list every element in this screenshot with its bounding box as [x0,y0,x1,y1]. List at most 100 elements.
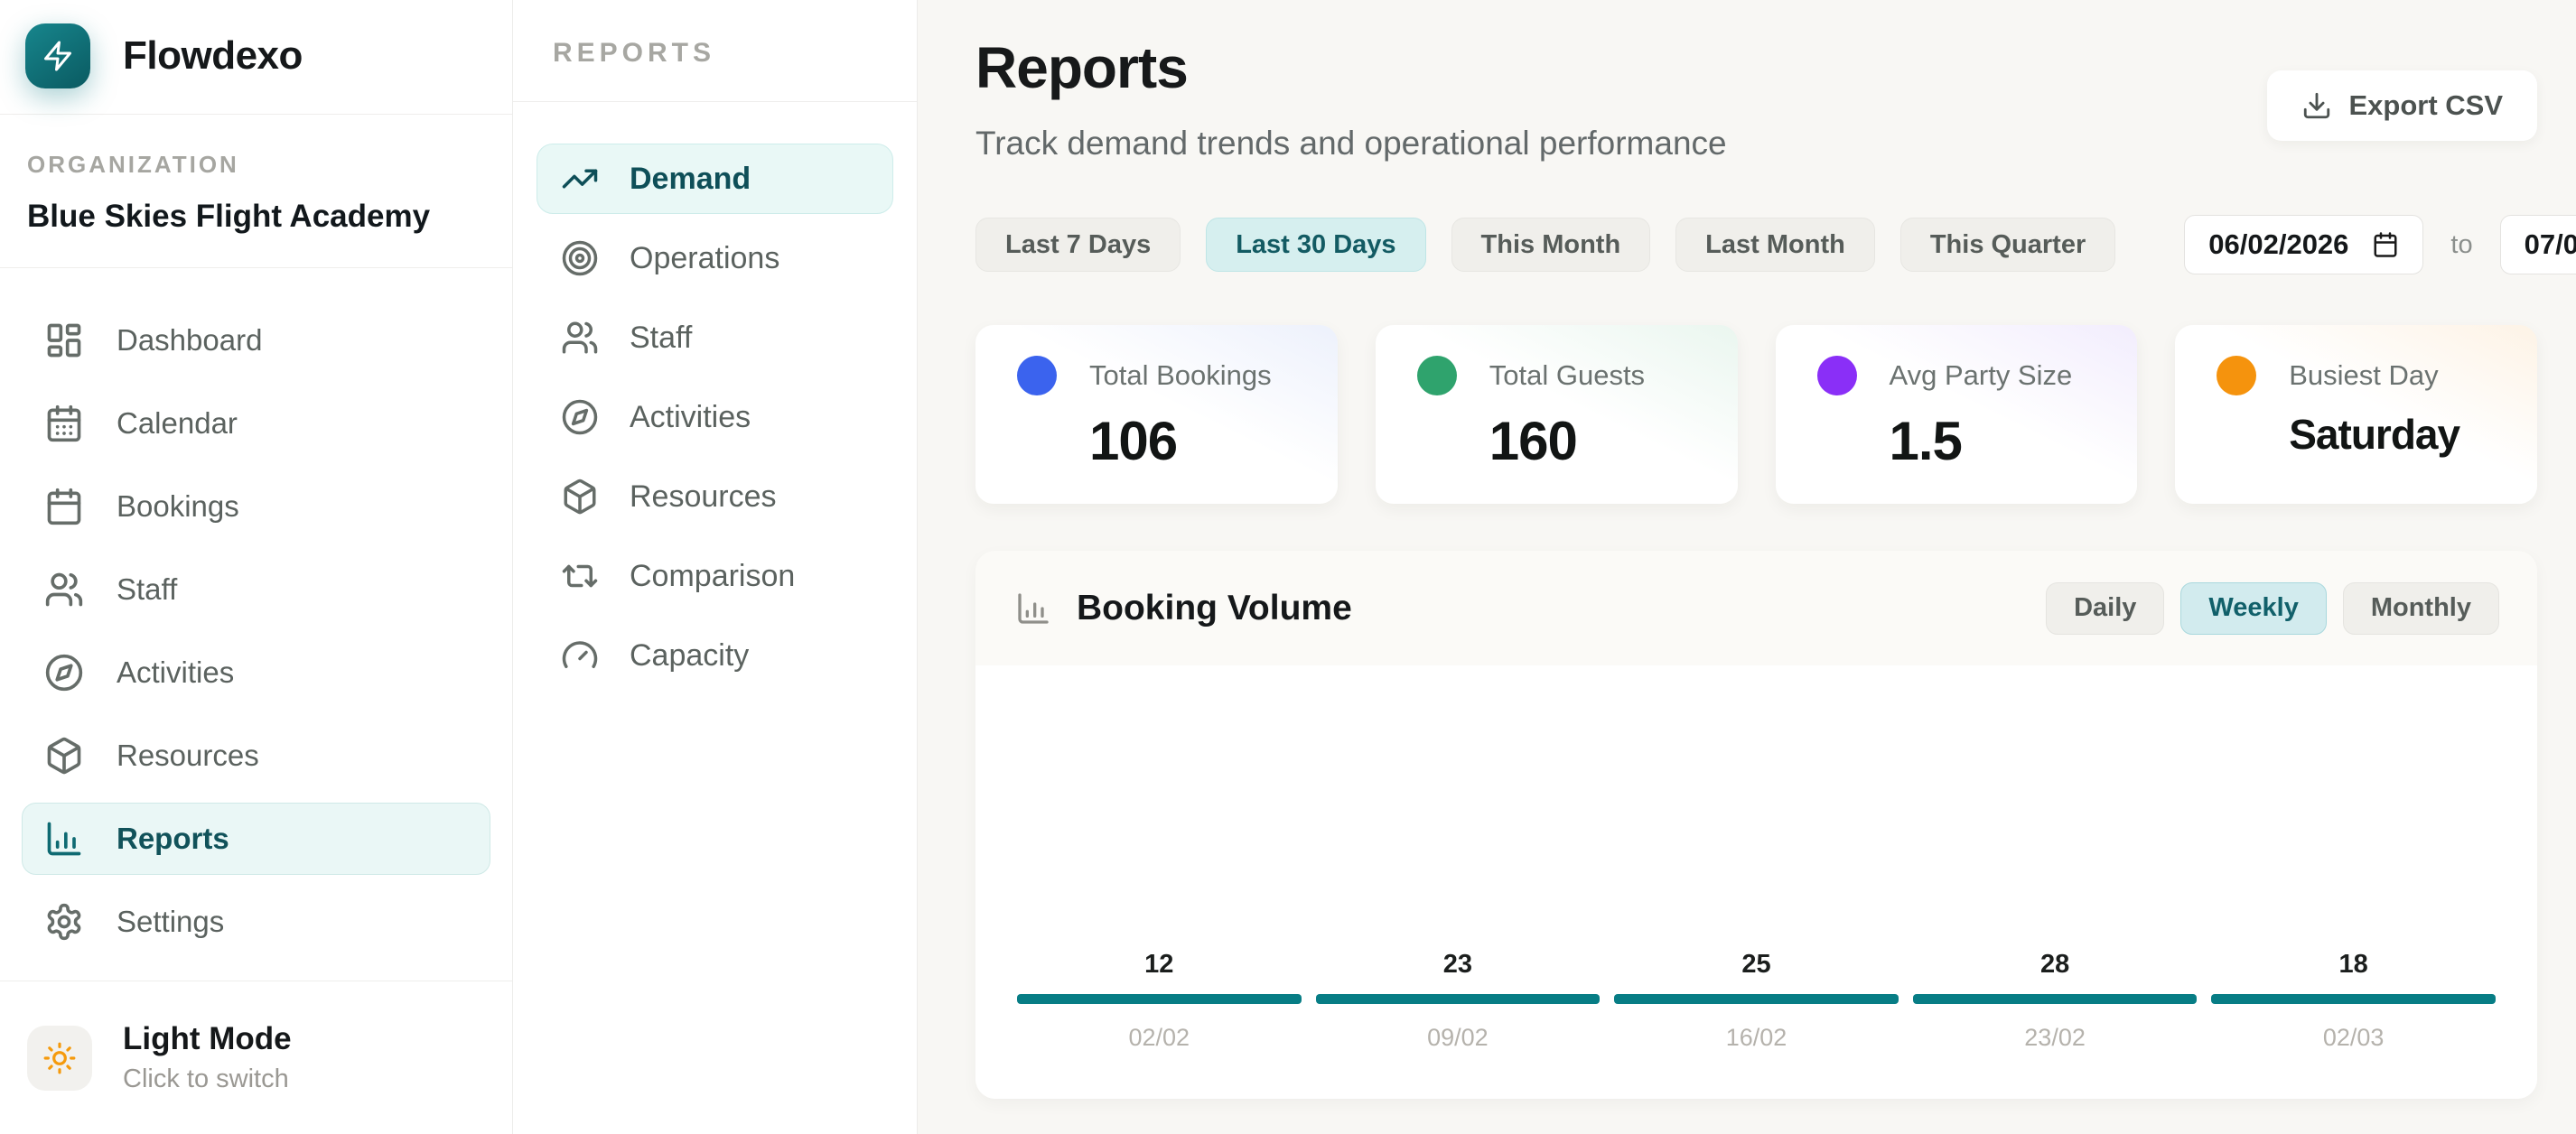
stat-card-total-bookings: Total Bookings 106 [975,325,1338,504]
subnav-item-label: Resources [630,479,777,515]
bar-category-label: 02/02 [1129,1024,1190,1052]
export-csv-button[interactable]: Export CSV [2267,70,2537,141]
sidebar-item-label: Calendar [117,406,238,441]
zap-icon [42,40,74,72]
stat-dot-green [1417,356,1457,395]
subnav-item-comparison[interactable]: Comparison [537,541,893,611]
start-date-value: 06/02/2026 [2208,228,2348,261]
users-icon [561,319,599,357]
stat-dot-blue [1017,356,1057,395]
sidebar-item-label: Resources [117,739,259,773]
bar-value-label: 28 [2040,950,2069,980]
preset-last-30-days[interactable]: Last 30 Days [1206,218,1425,272]
users-icon [44,570,84,609]
organization-label: ORGANIZATION [27,151,485,179]
subnav-item-resources[interactable]: Resources [537,461,893,532]
subnav-item-operations[interactable]: Operations [537,223,893,293]
date-filters: Last 7 Days Last 30 Days This Month Last… [975,215,2537,274]
app-window: Flowdexo ORGANIZATION Blue Skies Flight … [0,0,2576,1134]
stat-label: Total Bookings [1089,359,1272,392]
organization-name: Blue Skies Flight Academy [27,199,485,235]
sidebar-item-reports[interactable]: Reports [22,803,490,875]
bar [2211,994,2496,1004]
download-icon [2301,90,2332,121]
bar-chart-plot: 12 02/02 23 09/02 25 16/02 28 23 [975,665,2537,1099]
bar-value-label: 25 [1741,950,1770,980]
sidebar-item-calendar[interactable]: Calendar [22,387,490,460]
stat-label: Avg Party Size [1890,359,2073,392]
sun-icon-box [27,1026,92,1091]
page-title: Reports [975,34,1727,101]
subnav-header: REPORTS [513,0,917,102]
primary-sidebar: Flowdexo ORGANIZATION Blue Skies Flight … [0,0,513,1134]
subnav-item-demand[interactable]: Demand [537,144,893,214]
end-date-input[interactable]: 07/03/2026 [2500,215,2576,274]
theme-toggle[interactable]: Light Mode Click to switch [27,1021,485,1094]
chart-title-wrap: Booking Volume [1015,589,1352,628]
sidebar-footer: Light Mode Click to switch [0,981,512,1134]
app-logo [25,23,90,88]
sidebar-item-label: Activities [117,655,234,690]
preset-this-quarter[interactable]: This Quarter [1900,218,2115,272]
subnav-item-staff[interactable]: Staff [537,302,893,373]
view-daily-button[interactable]: Daily [2046,582,2164,635]
compass-icon [561,398,599,436]
target-icon [561,239,599,277]
calendar-icon[interactable] [2372,231,2399,258]
chart-view-toggle: Daily Weekly Monthly [2046,582,2499,635]
preset-last-month[interactable]: Last Month [1675,218,1875,272]
subnav-item-label: Capacity [630,638,749,674]
main-content: Reports Track demand trends and operatio… [918,0,2576,1134]
sidebar-item-resources[interactable]: Resources [22,720,490,792]
subnav-item-label: Staff [630,321,692,356]
sidebar-item-dashboard[interactable]: Dashboard [22,304,490,376]
sidebar-item-bookings[interactable]: Bookings [22,470,490,543]
stat-card-avg-party-size: Avg Party Size 1.5 [1776,325,2138,504]
calendar-icon [44,487,84,526]
stat-value: Saturday [2289,410,2496,459]
sidebar-item-label: Dashboard [117,323,262,358]
stat-dot-purple [1817,356,1857,395]
export-csv-label: Export CSV [2348,89,2503,122]
bar-value-label: 23 [1443,950,1472,980]
subnav-item-capacity[interactable]: Capacity [537,620,893,691]
subnav-item-label: Comparison [630,559,795,594]
preset-this-month[interactable]: This Month [1451,218,1651,272]
stat-value: 106 [1089,410,1296,472]
bar [1614,994,1899,1004]
bar-value-label: 18 [2339,950,2368,980]
reports-subnav: REPORTS Demand Operations Staff Activiti… [513,0,918,1134]
subnav-item-label: Operations [630,241,779,276]
start-date-input[interactable]: 06/02/2026 [2184,215,2423,274]
theme-toggle-title: Light Mode [123,1021,292,1057]
page-subtitle: Track demand trends and operational perf… [975,125,1727,163]
sidebar-item-label: Staff [117,572,177,607]
sidebar-item-activities[interactable]: Activities [22,637,490,709]
sun-icon [42,1041,77,1075]
subnav-item-activities[interactable]: Activities [537,382,893,452]
sidebar-item-label: Bookings [117,489,239,524]
bar-group: 23 09/02 [1316,950,1601,1052]
bar-category-label: 02/03 [2323,1024,2385,1052]
subnav-list: Demand Operations Staff Activities Resou… [513,102,917,741]
stat-value: 160 [1489,410,1696,472]
chart-header: Booking Volume Daily Weekly Monthly [975,551,2537,665]
to-label: to [2450,230,2472,260]
view-monthly-button[interactable]: Monthly [2343,582,2499,635]
bar-group: 28 23/02 [1913,950,2198,1052]
package-icon [561,478,599,516]
theme-toggle-text: Light Mode Click to switch [123,1021,292,1094]
bar-group: 12 02/02 [1017,950,1302,1052]
bar-category-label: 23/02 [2024,1024,2086,1052]
trending-up-icon [561,160,599,198]
end-date-value: 07/03/2026 [2525,228,2576,261]
preset-last-7-days[interactable]: Last 7 Days [975,218,1181,272]
view-weekly-button[interactable]: Weekly [2180,582,2326,635]
stat-value: 1.5 [1890,410,2096,472]
sidebar-item-staff[interactable]: Staff [22,553,490,626]
sidebar-item-settings[interactable]: Settings [22,886,490,958]
sidebar-item-label: Reports [117,822,229,856]
gear-icon [44,902,84,942]
stat-cards: Total Bookings 106 Total Guests 160 Avg … [975,325,2537,504]
stat-card-total-guests: Total Guests 160 [1376,325,1738,504]
